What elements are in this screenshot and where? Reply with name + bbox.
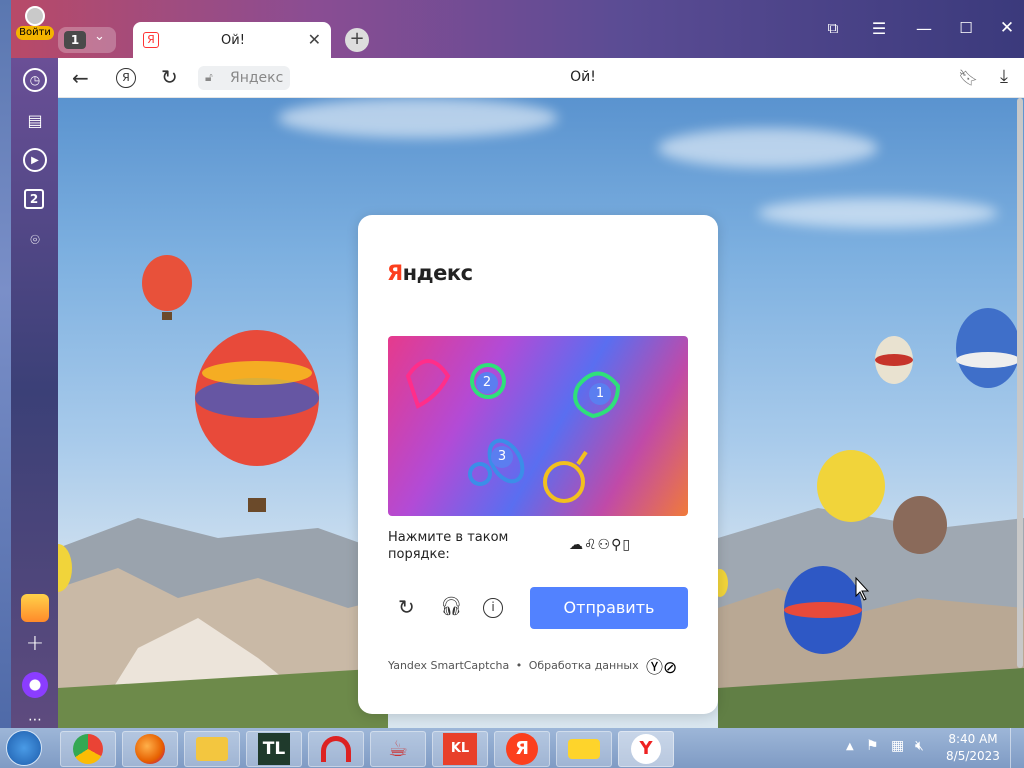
desktop-edge xyxy=(0,0,11,728)
side-panel: ◷ ▤ ▶ 2 ⌾ + ⋯ xyxy=(11,58,58,728)
captcha-marker-3: 3 xyxy=(491,446,513,468)
bookmarks-panel-icon[interactable]: ⧉ xyxy=(823,18,843,38)
avatar xyxy=(25,6,45,26)
arch-icon xyxy=(321,736,351,762)
download-icon[interactable]: ⤓ xyxy=(1000,66,1008,87)
screenshot-icon[interactable]: ⌾ xyxy=(23,228,47,252)
lock-icon: 🔓︎ xyxy=(205,70,213,84)
data-processing-link[interactable]: Обработка данных xyxy=(529,659,639,672)
close-tab-icon[interactable]: ✕ xyxy=(308,30,321,49)
taskbar-yandex-browser[interactable]: Y xyxy=(618,731,674,767)
smartcaptcha-logo-icon: Ⓨ⊘ xyxy=(646,658,678,678)
new-tab-button[interactable]: + xyxy=(345,28,369,52)
clock-date[interactable]: 8/5/2023 xyxy=(946,749,1000,763)
taskbar-chrome[interactable] xyxy=(60,731,116,767)
yandex-home-icon[interactable]: Я xyxy=(116,68,136,88)
footer-separator: • xyxy=(515,659,523,672)
tabs-count-badge: 1 xyxy=(64,31,86,49)
yandex-favicon-icon: Я xyxy=(143,32,159,48)
taskbar-firefox[interactable] xyxy=(122,731,178,767)
clock-time[interactable]: 8:40 AM xyxy=(946,732,1000,746)
taskbar-yandex[interactable]: Я xyxy=(494,731,550,767)
firefox-icon xyxy=(135,734,165,764)
captcha-marker-1: 1 xyxy=(589,383,611,405)
refresh-captcha-icon[interactable]: ↻ xyxy=(398,595,415,619)
taskbar-market[interactable] xyxy=(556,731,612,767)
chevron-down-icon: ⌄ xyxy=(94,29,105,44)
title-bar: Войти 1 ⌄ Я Ой! ✕ + ⧉ ☰ — ☐ ✕ xyxy=(11,0,1024,58)
audio-captcha-icon[interactable]: 🎧︎ xyxy=(440,596,463,617)
show-desktop-button[interactable] xyxy=(1010,728,1024,768)
close-window-icon[interactable]: ✕ xyxy=(997,18,1017,38)
vertical-scrollbar[interactable] xyxy=(1017,98,1023,668)
taskbar-tl[interactable]: TL xyxy=(246,731,302,767)
yandex-logo: Яндекс xyxy=(387,261,473,285)
tab-title: Ой! xyxy=(221,32,245,48)
captcha-shapes xyxy=(405,359,621,503)
menu-icon[interactable]: ☰ xyxy=(869,18,889,38)
video-icon[interactable]: ▶ xyxy=(23,148,47,172)
more-icon[interactable]: ⋯ xyxy=(23,712,47,728)
tab-active[interactable]: Я Ой! ✕ xyxy=(133,22,331,58)
add-panel-icon[interactable]: + xyxy=(23,631,47,656)
yandex-browser-icon: Y xyxy=(631,734,661,764)
info-icon[interactable]: i xyxy=(483,598,503,618)
kl-icon: KL xyxy=(443,733,477,765)
address-text: Яндекс xyxy=(230,70,284,86)
captcha-footer: Yandex SmartCaptcha • Обработка данных xyxy=(388,659,639,672)
tray-expand-icon[interactable]: ▲ xyxy=(846,741,854,752)
captcha-image[interactable]: 1 2 3 xyxy=(388,336,688,516)
page-title: Ой! xyxy=(570,69,596,85)
chrome-icon xyxy=(73,734,103,764)
bookmark-icon[interactable]: 🔖︎ xyxy=(958,68,978,87)
tray-flag-icon[interactable]: ⚑ xyxy=(866,738,879,754)
start-button[interactable] xyxy=(6,730,42,766)
tl-icon: TL xyxy=(258,733,290,765)
tabs-counter-button[interactable]: 1 ⌄ xyxy=(58,27,116,53)
browser-window: Войти 1 ⌄ Я Ой! ✕ + ⧉ ☰ — ☐ ✕ ◷ ▤ ▶ 2 ⌾ … xyxy=(11,0,1024,728)
address-bar: ← Я ↻ 🔓︎ Яндекс Ой! 🔖︎ ⤓ xyxy=(58,58,1024,98)
collections-icon[interactable]: ▤ xyxy=(23,108,47,132)
instruction-text: Нажмите в таком порядке: xyxy=(388,530,509,562)
notes-badge-icon[interactable]: 2 xyxy=(24,189,44,209)
footer-brand: Yandex SmartCaptcha xyxy=(388,659,510,672)
taskbar-explorer[interactable] xyxy=(184,731,240,767)
folder-icon xyxy=(196,737,228,761)
market-icon xyxy=(568,739,600,759)
taskbar-java[interactable]: ☕︎ xyxy=(370,731,426,767)
back-icon[interactable]: ← xyxy=(72,66,89,90)
signin-label: Войти xyxy=(16,26,54,40)
captcha-marker-2: 2 xyxy=(476,372,498,394)
tray-network-icon[interactable]: ▦ xyxy=(891,738,904,754)
captcha-dialog: Яндекс 1 2 3 Нажмите в таком порядке: ☁︎… xyxy=(358,215,718,714)
page-content: Яндекс 1 2 3 Нажмите в таком порядке: ☁︎… xyxy=(58,98,1024,728)
tray-volume-icon[interactable]: 🔇︎ xyxy=(915,738,924,754)
taskbar-app-red[interactable] xyxy=(308,731,364,767)
captcha-order-icons: ☁︎♌︎⚇⚲▯ xyxy=(569,537,632,553)
minimize-icon[interactable]: — xyxy=(914,18,934,38)
address-pill[interactable]: 🔓︎ Яндекс xyxy=(198,66,290,90)
history-icon[interactable]: ◷ xyxy=(23,68,47,92)
profile-button[interactable]: Войти xyxy=(16,4,54,54)
desktop: Войти 1 ⌄ Я Ой! ✕ + ⧉ ☰ — ☐ ✕ ◷ ▤ ▶ 2 ⌾ … xyxy=(0,0,1024,768)
mail-icon[interactable] xyxy=(21,594,49,622)
alice-icon[interactable] xyxy=(22,672,48,698)
reload-icon[interactable]: ↻ xyxy=(161,65,178,89)
maximize-icon[interactable]: ☐ xyxy=(956,18,976,38)
java-icon: ☕︎ xyxy=(388,736,408,762)
taskbar-kl[interactable]: KL xyxy=(432,731,488,767)
submit-button[interactable]: Отправить xyxy=(530,587,688,629)
yandex-icon: Я xyxy=(506,733,538,765)
